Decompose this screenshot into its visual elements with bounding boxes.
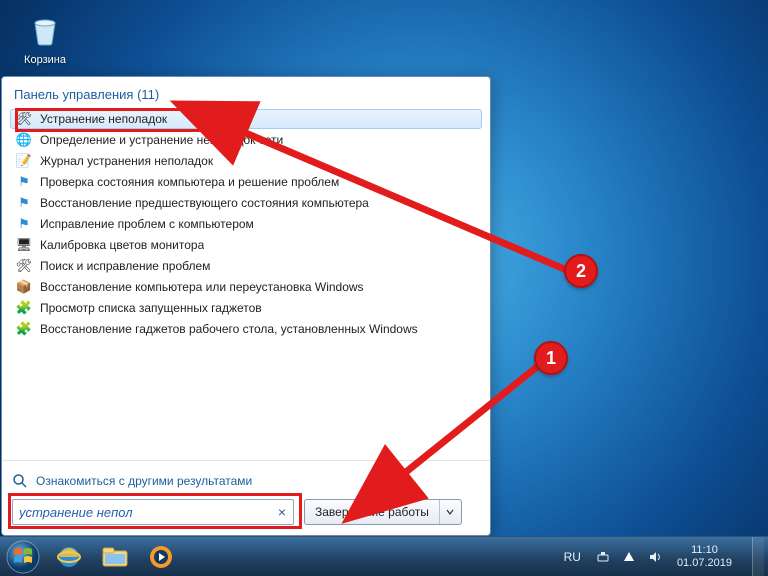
annotation-badge-2: 2 [564,254,598,288]
result-item[interactable]: 🛠 Устранение неполадок [10,109,482,129]
result-item[interactable]: 📦 Восстановление компьютера или переустан… [10,277,482,297]
taskbar-pin-ie[interactable] [46,537,92,576]
show-desktop-button[interactable] [752,537,764,576]
result-item[interactable]: 🖥 Калибровка цветов монитора [10,235,482,255]
flag-icon: ⚑ [16,174,32,190]
recycle-bin-icon [23,8,67,52]
result-item-label: Восстановление компьютера или переустано… [40,280,364,294]
taskbar-pin-mediaplayer[interactable] [138,537,184,576]
monitor-icon: 🖥 [16,237,32,253]
result-item-label: Поиск и исправление проблем [40,259,210,273]
result-item[interactable]: ⚑ Проверка состояния компьютера и решение… [10,172,482,192]
taskbar-pin-explorer[interactable] [92,537,138,576]
troubleshoot-icon: 🛠 [16,111,32,127]
result-item[interactable]: 🌐 Определение и устранение неполадок сети [10,130,482,150]
volume-icon[interactable] [647,549,663,565]
clear-search-button[interactable]: × [274,504,290,520]
result-item-label: Восстановление предшествующего состояния… [40,196,369,210]
start-menu-footer: Ознакомиться с другими результатами × За… [2,460,490,535]
shutdown-split-button: Завершение работы [304,499,462,525]
network-icon: 🌐 [16,132,32,148]
start-menu: Панель управления (11) 🛠 Устранение непол… [1,76,491,536]
result-item-label: Журнал устранения неполадок [40,154,213,168]
gadgets-icon: 🧩 [16,300,32,316]
history-icon: 📝 [16,153,32,169]
gadgets-icon: 🧩 [16,321,32,337]
results-section-link[interactable]: Панель управления (11) [14,87,159,102]
flag-icon: ⚑ [16,216,32,232]
recycle-bin[interactable]: Корзина [18,8,72,66]
troubleshoot-icon: 🛠 [16,258,32,274]
result-item[interactable]: 🧩 Восстановление гаджетов рабочего стола,… [10,319,482,339]
result-item[interactable]: ⚑ Восстановление предшествующего состояни… [10,193,482,213]
result-item[interactable]: 📝 Журнал устранения неполадок [10,151,482,171]
result-item-label: Просмотр списка запущенных гаджетов [40,301,262,315]
search-field-wrap: × [12,499,294,525]
result-item-label: Устранение неполадок [40,112,167,126]
system-tray: RU 11:10 01.07.2019 [560,537,768,576]
result-item-label: Восстановление гаджетов рабочего стола, … [40,322,418,336]
search-input[interactable] [12,499,294,525]
taskbar-clock[interactable]: 11:10 01.07.2019 [673,544,736,570]
start-button[interactable] [0,537,46,576]
safely-remove-icon[interactable] [595,549,611,565]
action-center-icon[interactable] [621,549,637,565]
result-item[interactable]: 🛠 Поиск и исправление проблем [10,256,482,276]
flag-icon: ⚑ [16,195,32,211]
result-item[interactable]: 🧩 Просмотр списка запущенных гаджетов [10,298,482,318]
result-item-label: Исправление проблем с компьютером [40,217,254,231]
desktop-wallpaper: Корзина Панель управления (11) 🛠 Устранен… [0,0,768,576]
results-header: Панель управления (11) [2,77,490,106]
result-item-label: Калибровка цветов монитора [40,238,204,252]
recycle-bin-label: Корзина [18,54,72,66]
results-list: 🛠 Устранение неполадок 🌐 Определение и устр… [2,106,490,460]
see-more-results-link[interactable]: Ознакомиться с другими результатами [12,473,480,489]
result-item-label: Проверка состояния компьютера и решение … [40,175,339,189]
search-icon [12,473,28,489]
taskbar: RU 11:10 01.07.2019 [0,536,768,576]
result-item-label: Определение и устранение неполадок сети [40,133,283,147]
language-indicator[interactable]: RU [560,550,585,564]
restore-icon: 📦 [16,279,32,295]
result-item[interactable]: ⚑ Исправление проблем с компьютером [10,214,482,234]
annotation-badge-1: 1 [534,341,568,375]
shutdown-button[interactable]: Завершение работы [305,500,439,524]
shutdown-menu-arrow[interactable] [439,500,461,524]
